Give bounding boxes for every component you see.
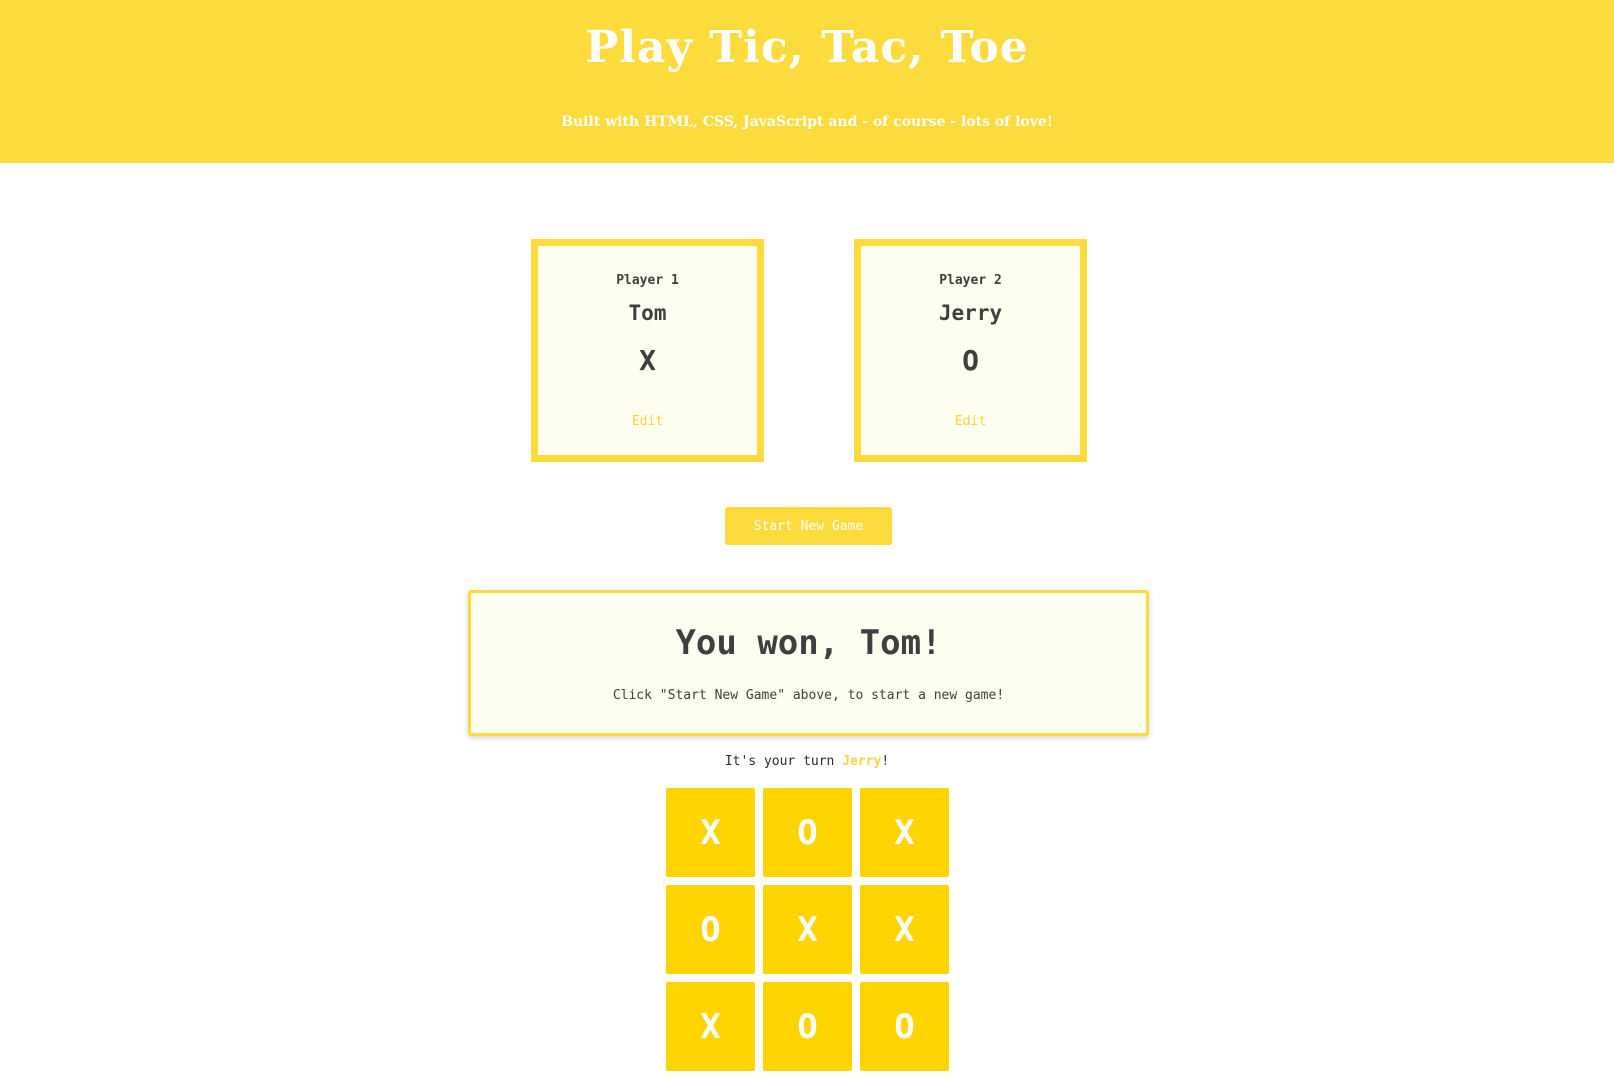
game-over-message: You won, Tom! bbox=[675, 623, 942, 663]
board-cell-r3c2[interactable]: O bbox=[763, 982, 852, 1071]
board-cell-r1c2[interactable]: O bbox=[763, 788, 852, 877]
turn-indicator: It's your turn Jerry! bbox=[0, 754, 1614, 769]
start-new-game-button[interactable]: Start New Game bbox=[725, 507, 892, 545]
game-board: X O X O X X X O O bbox=[666, 788, 952, 1074]
player-1-card: Player 1 Tom X Edit bbox=[531, 239, 764, 462]
player-1-name: Tom bbox=[628, 301, 667, 325]
player-1-symbol: X bbox=[639, 344, 656, 377]
board-cell-r2c2[interactable]: X bbox=[763, 885, 852, 974]
board-cell-r1c1[interactable]: X bbox=[666, 788, 755, 877]
page-subtitle: Built with HTML, CSS, JavaScript and - o… bbox=[561, 114, 1053, 130]
board-cell-r2c3[interactable]: X bbox=[860, 885, 949, 974]
player-2-name: Jerry bbox=[938, 301, 1003, 325]
board-cell-r1c3[interactable]: X bbox=[860, 788, 949, 877]
game-over-panel: You won, Tom! Click "Start New Game" abo… bbox=[468, 590, 1149, 736]
active-player-name: Jerry bbox=[842, 754, 882, 769]
player-2-edit-button[interactable]: Edit bbox=[955, 414, 986, 429]
player-2-card: Player 2 Jerry O Edit bbox=[854, 239, 1087, 462]
player-1-label: Player 1 bbox=[616, 273, 679, 288]
player-2-label: Player 2 bbox=[939, 273, 1002, 288]
player-1-edit-button[interactable]: Edit bbox=[632, 414, 663, 429]
turn-suffix: ! bbox=[881, 754, 890, 769]
turn-prefix: It's your turn bbox=[724, 754, 843, 769]
game-over-hint: Click "Start New Game" above, to start a… bbox=[612, 688, 1005, 703]
board-cell-r2c1[interactable]: O bbox=[666, 885, 755, 974]
board-cell-r3c1[interactable]: X bbox=[666, 982, 755, 1071]
player-2-symbol: O bbox=[962, 344, 979, 377]
page-header: Play Tic, Tac, Toe Built with HTML, CSS,… bbox=[0, 0, 1614, 163]
board-cell-r3c3[interactable]: O bbox=[860, 982, 949, 1071]
page-title: Play Tic, Tac, Toe bbox=[585, 22, 1029, 73]
